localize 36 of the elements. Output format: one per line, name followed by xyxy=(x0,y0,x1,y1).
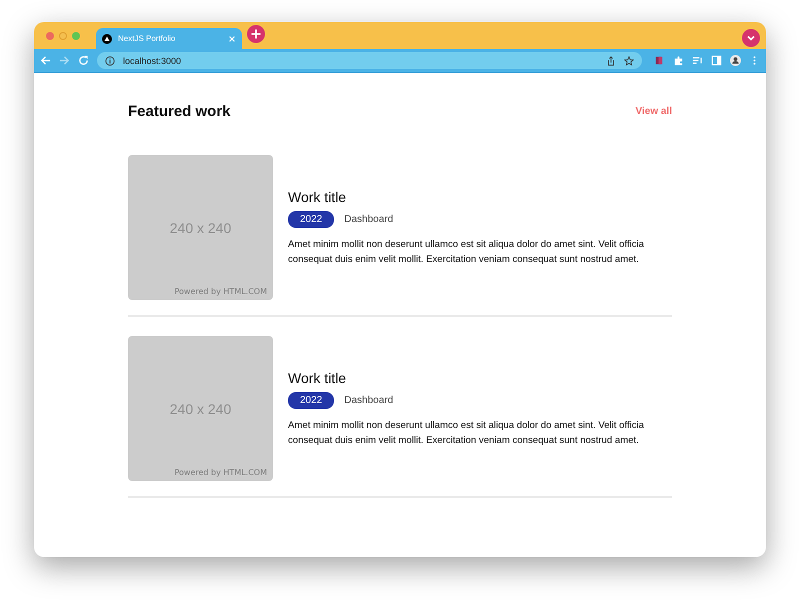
tab-search-icon[interactable] xyxy=(742,29,760,47)
view-all-link[interactable]: View all xyxy=(635,106,672,117)
close-window-icon[interactable] xyxy=(46,32,54,40)
reload-icon[interactable] xyxy=(78,55,89,66)
year-badge: 2022 xyxy=(288,210,334,228)
profile-icon[interactable] xyxy=(730,55,741,66)
reading-list-icon[interactable] xyxy=(692,55,703,66)
work-category: Dashboard xyxy=(344,214,394,224)
browser-tab[interactable]: NextJS Portfolio xyxy=(96,28,242,49)
url-text: localhost:3000 xyxy=(123,56,182,66)
placeholder-size: 240 x 240 xyxy=(170,220,232,236)
minimize-window-icon[interactable] xyxy=(59,32,67,40)
work-description: Amet minim mollit non deserunt ullamco est sit aliqua dolor do amet sint. Velit officia consequat duis enim velit mollit. Exercitation veniam consequat sunt nostrud amet. xyxy=(288,238,646,266)
puzzle-icon[interactable] xyxy=(673,55,684,66)
work-title: Work title xyxy=(288,188,348,204)
info-icon xyxy=(105,56,115,66)
work-title: Work title xyxy=(288,370,348,386)
maximize-window-icon[interactable] xyxy=(72,32,80,40)
new-tab-icon[interactable] xyxy=(247,24,265,42)
forward-icon[interactable] xyxy=(59,55,70,66)
placeholder-credit: Powered by HTML.COM xyxy=(174,468,267,477)
work-category: Dashboard xyxy=(344,394,394,406)
side-panel-icon[interactable] xyxy=(711,55,722,66)
year-badge: 2022 xyxy=(288,392,334,408)
triangle-icon xyxy=(102,34,112,44)
work-description: Amet minim mollit non deserunt ullamco est sit aliqua dolor do amet sint. Velit officia consequat duis enim velit mollit. Exercitation veniam consequat sunt nostrud amet. xyxy=(288,418,646,448)
placeholder-size: 240 x 240 xyxy=(170,400,232,416)
extension-icon[interactable] xyxy=(654,55,665,66)
address-bar[interactable]: localhost:3000 xyxy=(97,52,642,69)
bookmark-star-icon[interactable] xyxy=(624,56,634,66)
share-icon[interactable] xyxy=(606,56,616,66)
tab-title: NextJS Portfolio xyxy=(118,34,176,43)
section-title: Featured work xyxy=(128,103,231,120)
placeholder-credit: Powered by HTML.COM xyxy=(174,287,267,296)
close-icon[interactable] xyxy=(228,34,236,42)
back-icon[interactable] xyxy=(40,55,51,66)
